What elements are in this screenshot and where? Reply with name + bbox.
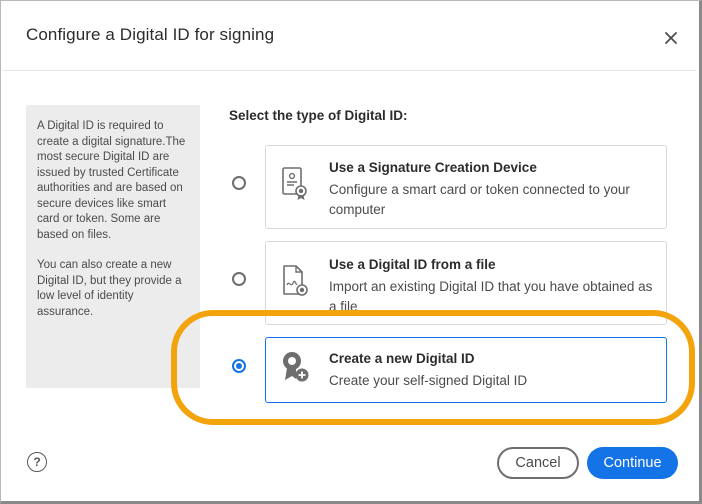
option-heading: Create a new Digital ID (329, 351, 475, 366)
option-heading: Use a Signature Creation Device (329, 160, 537, 175)
option-description: Create your self-signed Digital ID (329, 373, 528, 388)
info-paragraph-1: A Digital ID is required to create a dig… (37, 120, 186, 241)
section-label: Select the type of Digital ID: (229, 108, 408, 123)
radio-new-digital-id[interactable] (232, 359, 246, 373)
header-divider (2, 70, 696, 71)
help-icon: ? (33, 455, 41, 469)
certificate-device-icon (282, 167, 307, 200)
close-button[interactable] (658, 25, 684, 51)
option-card-file-id[interactable]: Use a Digital ID from a file Import an e… (265, 241, 667, 325)
dialog-window: Configure a Digital ID for signing A Dig… (0, 0, 702, 504)
info-panel: A Digital ID is required to create a dig… (26, 105, 200, 388)
option-card-new-digital-id[interactable]: Create a new Digital ID Create your self… (265, 337, 667, 403)
close-icon (665, 32, 677, 44)
cancel-button[interactable]: Cancel (497, 447, 579, 479)
signed-file-icon (283, 265, 308, 296)
dialog-title: Configure a Digital ID for signing (26, 25, 275, 44)
new-badge-icon (283, 352, 309, 382)
option-description: Import an existing Digital ID that you h… (329, 279, 653, 314)
info-paragraph-2: You can also create a new Digital ID, bu… (37, 259, 182, 318)
help-button[interactable]: ? (27, 452, 47, 472)
option-card-signature-device[interactable]: Use a Signature Creation Device Configur… (265, 145, 667, 229)
radio-signature-device[interactable] (232, 176, 246, 190)
option-heading: Use a Digital ID from a file (329, 257, 496, 272)
option-description: Configure a smart card or token connecte… (329, 182, 630, 217)
continue-button[interactable]: Continue (587, 447, 678, 479)
radio-file-id[interactable] (232, 272, 246, 286)
